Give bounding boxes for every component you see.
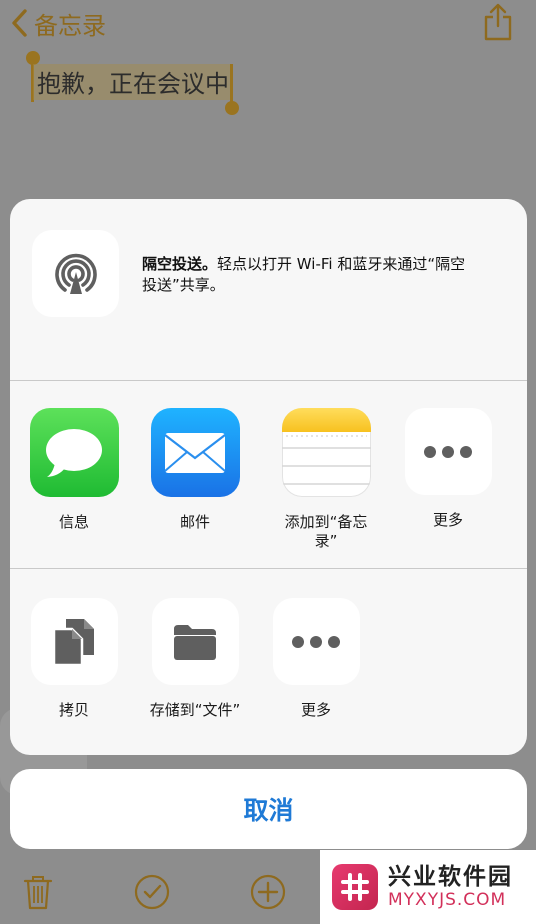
watermark-domain: MYXYJS.COM: [388, 890, 507, 910]
app-label-add-to-notes: 添加到“备忘 录”: [271, 513, 381, 551]
selected-note-text[interactable]: 抱歉，正在会议中: [33, 64, 233, 100]
checklist-icon[interactable]: [134, 874, 170, 910]
notes-icon: [281, 408, 371, 497]
action-label-copy: 拷贝: [58, 701, 89, 719]
app-add-to-notes[interactable]: 添加到“备忘 录”: [271, 408, 381, 551]
back-button[interactable]: 备忘录: [10, 6, 106, 40]
app-label-add-to-notes-line1: 添加到“备忘: [284, 513, 368, 531]
app-mail[interactable]: 邮件: [140, 408, 250, 532]
airdrop-description-line1: 轻点以打开 Wi-Fi 和蓝牙来通过“隔空: [217, 255, 466, 273]
app-label-more: 更多: [432, 511, 463, 529]
back-label: 备忘录: [34, 11, 106, 40]
watermark: 兴业软件园 MYXYJS.COM: [320, 850, 536, 924]
app-more[interactable]: 更多: [393, 408, 503, 530]
divider: [10, 568, 527, 569]
action-label-more: 更多: [300, 701, 331, 719]
more-icon: [272, 598, 360, 685]
airdrop-description: 隔空投送。轻点以打开 Wi-Fi 和蓝牙来通过“隔空 投送”共享。: [142, 254, 502, 296]
copy-icon: [30, 598, 118, 685]
action-copy[interactable]: 拷贝: [19, 598, 129, 720]
app-messages[interactable]: 信息: [19, 408, 129, 532]
share-sheet: 隔空投送。轻点以打开 Wi-Fi 和蓝牙来通过“隔空 投送”共享。 信息 邮件 …: [10, 199, 527, 755]
app-label-add-to-notes-line2: 录”: [314, 532, 338, 550]
selection-end-handle[interactable]: [225, 101, 239, 115]
trash-icon[interactable]: [20, 874, 56, 910]
add-icon[interactable]: [250, 874, 286, 910]
navigation-bar: 备忘录: [0, 0, 536, 46]
share-actions-row: 拷贝 存储到“文件” 更多: [10, 598, 527, 738]
more-icon: [404, 408, 492, 495]
cancel-button[interactable]: 取消: [10, 769, 527, 849]
chevron-left-icon: [12, 9, 27, 37]
selection-end-bar: [230, 64, 233, 106]
airdrop-title: 隔空投送。: [142, 255, 218, 273]
share-apps-row: 信息 邮件 添加到“备忘 录” 更多: [10, 408, 527, 568]
app-label-mail: 邮件: [179, 513, 210, 531]
action-more[interactable]: 更多: [261, 598, 371, 720]
app-label-messages: 信息: [58, 513, 89, 531]
action-label-save-to-files: 存储到“文件”: [149, 701, 241, 719]
airdrop-rings-icon: [54, 253, 97, 294]
watermark-title: 兴业软件园: [388, 864, 513, 890]
hash-logo-icon: [332, 864, 378, 910]
share-icon[interactable]: [482, 2, 514, 42]
action-save-to-files[interactable]: 存储到“文件”: [140, 598, 250, 720]
folder-icon: [151, 598, 239, 685]
messages-icon: [29, 408, 119, 497]
divider: [10, 380, 527, 381]
airdrop-description-line2: 投送”共享。: [142, 276, 225, 294]
airdrop-section[interactable]: 隔空投送。轻点以打开 Wi-Fi 和蓝牙来通过“隔空 投送”共享。: [10, 199, 527, 380]
airdrop-icon[interactable]: [32, 230, 119, 317]
mail-icon: [150, 408, 240, 497]
